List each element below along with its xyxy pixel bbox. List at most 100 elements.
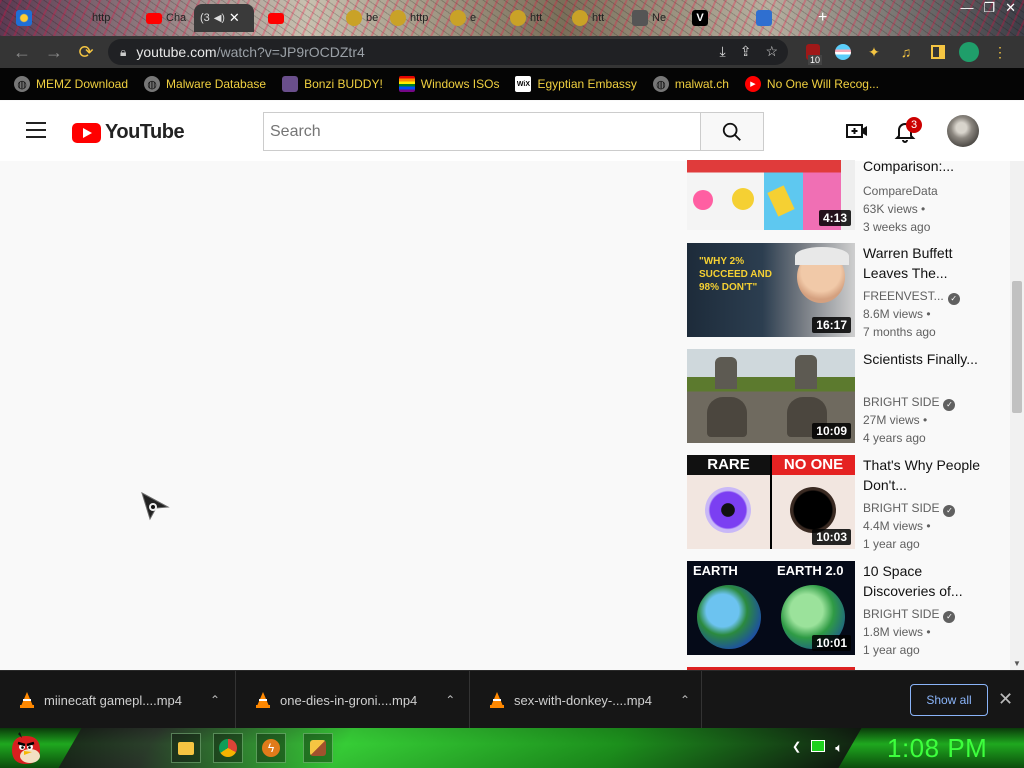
video-title[interactable]: Scientists Finally... (863, 349, 983, 369)
bookmark-0[interactable]: ◍ MEMZ Download (14, 76, 128, 92)
chevron-up-icon[interactable]: ⌃ (210, 693, 220, 707)
youtube-play-icon (72, 122, 101, 143)
show-all-button[interactable]: Show all (910, 684, 988, 716)
tab-4[interactable]: be (340, 4, 384, 32)
profile-icon[interactable] (958, 41, 980, 63)
page-scrollbar[interactable]: ▼ (1010, 161, 1024, 670)
file-explorer-taskbar-button[interactable] (171, 733, 201, 763)
video-item[interactable]: "WHY 2% SUCCEED AND 98% DON'T" 16:17 War… (687, 243, 1007, 339)
share-icon[interactable]: ⇪ (740, 43, 752, 60)
start-button-angry-bird-icon[interactable] (6, 728, 46, 768)
tab-9[interactable]: Ne (626, 4, 672, 32)
ublock-icon[interactable]: 10 (802, 41, 824, 65)
youtube-logo[interactable]: YouTube (72, 121, 185, 144)
tab-7[interactable]: htt (504, 4, 548, 32)
minimize-icon[interactable]: — (960, 0, 973, 18)
bookmark-4[interactable]: WiX Egyptian Embassy (515, 76, 637, 92)
chevron-up-icon[interactable]: ⌃ (680, 693, 690, 707)
chrome-taskbar-button[interactable] (213, 733, 243, 763)
tab-3[interactable] (262, 4, 290, 32)
lock-icon[interactable]: 🔒︎ (120, 45, 126, 60)
video-channel[interactable]: BRIGHT SIDE (863, 501, 939, 515)
tab-0[interactable] (10, 4, 38, 32)
tab-10[interactable]: V (686, 4, 714, 32)
address-bar[interactable]: 🔒︎ youtube.com/watch?v=JP9rOCDZtr4 ⤓ ⇪ ☆ (108, 39, 788, 65)
scroll-down-icon[interactable]: ▼ (1013, 659, 1021, 668)
taskbar-clock[interactable]: 1:08 PM (887, 733, 987, 764)
video-thumbnail[interactable]: "WHY 2% SUCCEED AND 98% DON'T" 16:17 (687, 243, 855, 337)
bookmark-star-icon[interactable]: ☆ (765, 43, 778, 60)
video-age: 1 year ago (863, 643, 920, 657)
url-text[interactable]: youtube.com/watch?v=JP9rOCDZtr4 (136, 44, 364, 60)
maximize-icon[interactable]: ❐ (983, 0, 995, 18)
verified-icon: ✓ (943, 505, 956, 517)
download-item[interactable]: miinecaft gamepl....mp4 ⌃ (0, 671, 236, 729)
bookmark-5[interactable]: ◍ malwat.ch (652, 76, 729, 92)
video-meta: BRIGHT SIDE ✓ 1.8M views • 1 year ago (863, 605, 956, 659)
video-thumbnail[interactable]: 4:13 (687, 160, 855, 230)
tab-2[interactable]: Cha (140, 4, 192, 32)
paint-icon (310, 740, 326, 756)
globe-icon (450, 10, 466, 26)
chevron-up-icon[interactable]: ⌃ (445, 693, 455, 707)
close-download-bar-icon[interactable]: ✕ (998, 689, 1013, 710)
close-window-icon[interactable]: ✕ (1005, 0, 1016, 18)
video-views: 27M views (863, 413, 920, 427)
app-taskbar-button[interactable] (303, 733, 333, 763)
shield-icon (632, 10, 648, 26)
video-title[interactable]: Comparison:... (863, 156, 983, 176)
video-title[interactable]: 10 Space Discoveries of... (863, 561, 983, 601)
bookmark-2[interactable]: Bonzi BUDDY! (282, 76, 383, 92)
bookmark-3[interactable]: Windows ISOs (398, 76, 500, 92)
puzzle-icon[interactable]: ✦ (864, 41, 884, 63)
install-icon[interactable]: ⤓ (720, 43, 726, 60)
bug-icon (756, 10, 772, 26)
bookmark-1[interactable]: ◍ Malware Database (144, 76, 266, 92)
volume-icon[interactable]: 🔈︎ (835, 740, 843, 756)
bookmark-6[interactable]: ▶ No One Will Recog... (744, 76, 879, 92)
video-item[interactable]: 4:13 Comparison:... CompareData 63K view… (687, 136, 1007, 234)
tab-1[interactable]: http (86, 4, 116, 32)
video-thumbnail[interactable]: RARE NO ONE 10:03 (687, 455, 855, 549)
video-channel[interactable]: CompareData (863, 182, 938, 200)
video-item[interactable]: RARE NO ONE 10:03 That's Why People Don'… (687, 455, 1007, 551)
battery-icon[interactable] (811, 740, 826, 752)
video-channel[interactable]: FREENVEST... (863, 289, 944, 303)
video-item[interactable]: EARTH EARTH 2.0 10:01 10 Space Discoveri… (687, 561, 1007, 657)
forward-icon[interactable]: → (38, 42, 70, 63)
sidepanel-icon[interactable] (928, 41, 948, 63)
video-item[interactable]: 10:09 Scientists Finally... BRIGHT SIDE ✓… (687, 349, 1007, 445)
video-title[interactable]: That's Why People Don't... (863, 455, 983, 495)
reload-icon[interactable]: ⟳ (70, 42, 102, 63)
video-duration: 16:17 (812, 317, 851, 333)
tab-11[interactable] (750, 4, 778, 32)
menu-icon[interactable] (26, 122, 46, 138)
tray-arrow-icon[interactable]: ❮ (792, 740, 801, 756)
video-channel[interactable]: BRIGHT SIDE (863, 607, 939, 621)
trans-flag-icon[interactable] (834, 41, 852, 63)
video-thumbnail[interactable]: 10:09 (687, 349, 855, 443)
app-taskbar-button[interactable]: ϟ (256, 733, 286, 763)
scrollbar-thumb[interactable] (1012, 281, 1022, 413)
media-icon[interactable]: ♫ (896, 41, 916, 63)
download-item[interactable]: one-dies-in-groni....mp4 ⌃ (236, 671, 470, 729)
back-icon[interactable]: ← (6, 42, 38, 63)
new-tab-button[interactable]: + (812, 4, 833, 32)
video-channel[interactable]: BRIGHT SIDE (863, 395, 939, 409)
globe-icon (510, 10, 526, 26)
download-item[interactable]: sex-with-donkey-....mp4 ⌃ (470, 671, 702, 729)
tab-6[interactable]: e (444, 4, 482, 32)
tab-8[interactable]: htt (566, 4, 610, 32)
menu-dots-icon[interactable]: ⋮ (992, 41, 1008, 63)
tab-5[interactable]: http (384, 4, 434, 32)
globe-icon (572, 10, 588, 26)
video-thumbnail[interactable]: EARTH EARTH 2.0 10:01 (687, 561, 855, 655)
tab-strip: http Cha (3 ◀) ✕ be http e htt htt Ne V … (0, 0, 1024, 36)
video-views: 63K views (863, 202, 918, 216)
bookmark-label: Windows ISOs (420, 77, 500, 91)
video-title[interactable]: Warren Buffett Leaves The... (863, 243, 983, 283)
tab-active[interactable]: (3 ◀) ✕ (194, 4, 254, 32)
close-tab-icon[interactable]: ✕ (229, 10, 240, 26)
youtube-icon (268, 12, 284, 24)
search-input[interactable] (263, 112, 701, 151)
